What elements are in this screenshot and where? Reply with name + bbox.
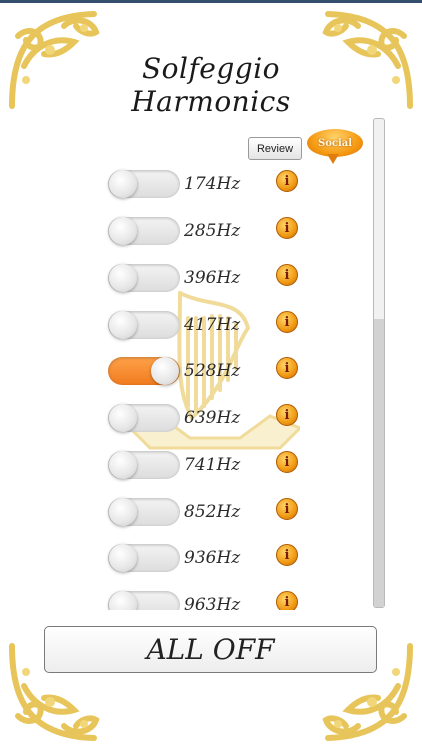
frequency-row: 963Hz i [108,585,308,610]
frequency-label: 639Hz [184,408,241,428]
toggle-knob [109,404,137,432]
toggle-knob [109,217,137,245]
frequency-row: 639Hz i [108,398,308,438]
frequency-toggle[interactable] [108,451,180,479]
review-button[interactable]: Review [248,137,302,160]
frequency-toggle[interactable] [108,217,180,245]
toggle-knob [109,498,137,526]
app-title: Solfeggio Harmonics [131,52,291,118]
status-bar-strip [0,0,422,3]
frequency-toggle[interactable] [108,591,180,610]
frequency-row: 852Hz i [108,492,308,532]
info-icon[interactable]: i [276,170,298,192]
frequency-toggle[interactable] [108,170,180,198]
info-icon[interactable]: i [276,591,298,610]
info-icon[interactable]: i [276,544,298,566]
toggle-knob [109,591,137,610]
frequency-label: 528Hz [184,361,241,381]
frequency-label: 963Hz [184,595,241,610]
frequency-label: 285Hz [184,221,241,241]
info-icon[interactable]: i [276,404,298,426]
info-icon[interactable]: i [276,264,298,286]
info-icon[interactable]: i [276,498,298,520]
social-button[interactable]: Social [307,129,363,165]
frequency-label: 852Hz [184,502,241,522]
info-icon[interactable]: i [276,217,298,239]
frequency-list[interactable]: 174Hz i 285Hz i 396Hz i 417Hz i 528Hz i 639Hz i 741H… [100,160,310,610]
toggle-knob [109,311,137,339]
frequency-label: 741Hz [184,455,241,475]
toggle-knob [109,544,137,572]
frequency-label: 936Hz [184,548,241,568]
toggle-knob [109,170,137,198]
frequency-toggle[interactable] [108,311,180,339]
frequency-label: 396Hz [184,268,241,288]
all-off-button[interactable]: ALL OFF [44,626,377,673]
scrollbar-thumb[interactable] [374,319,384,607]
info-icon[interactable]: i [276,357,298,379]
frequency-row: 741Hz i [108,445,308,485]
frequency-label: 417Hz [184,315,241,335]
frequency-toggle[interactable] [108,404,180,432]
frequency-toggle[interactable] [108,544,180,572]
social-bubble-icon: Social [307,129,363,157]
frequency-row: 528Hz i [108,351,308,391]
toggle-knob [109,451,137,479]
frequency-toggle[interactable] [108,357,180,385]
frequency-label: 174Hz [184,174,241,194]
frequency-row: 936Hz i [108,538,308,578]
frequency-row: 285Hz i [108,211,308,251]
social-bubble-tail [327,154,339,164]
info-icon[interactable]: i [276,451,298,473]
frequency-toggle[interactable] [108,498,180,526]
toggle-knob [109,264,137,292]
frequency-row: 174Hz i [108,164,308,204]
toggle-knob [151,357,179,385]
frequency-row: 417Hz i [108,305,308,345]
info-icon[interactable]: i [276,311,298,333]
scrollbar[interactable] [373,118,385,608]
frequency-toggle[interactable] [108,264,180,292]
frequency-row: 396Hz i [108,258,308,298]
